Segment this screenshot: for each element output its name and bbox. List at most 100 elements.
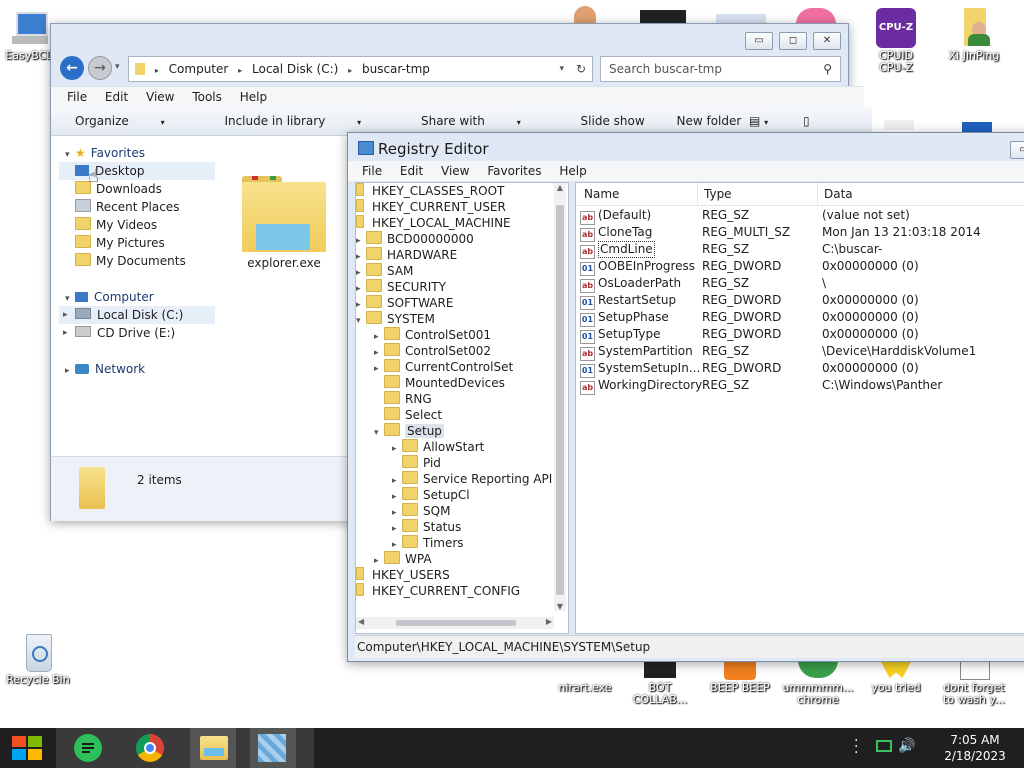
- tree-item-wpa[interactable]: ▸ WPA: [374, 551, 432, 567]
- menu-edit[interactable]: Edit: [400, 164, 423, 178]
- menu-view[interactable]: View: [441, 164, 469, 178]
- column-header-name[interactable]: Name: [584, 183, 619, 205]
- registry-value-row[interactable]: ab CmdLine REG_SZ C:\buscar-: [580, 241, 1024, 259]
- tree-item-currentcontrolset[interactable]: ▸ CurrentControlSet: [374, 359, 513, 375]
- tree-item-hklm[interactable]: HKEY_LOCAL_MACHINE: [356, 215, 511, 231]
- tree-item-select[interactable]: Select: [374, 407, 442, 423]
- menu-help[interactable]: Help: [240, 90, 267, 104]
- organize-button[interactable]: Organize ▾: [75, 114, 193, 128]
- scroll-up-icon[interactable]: ▲: [554, 183, 566, 195]
- desktop-icon-cpuz[interactable]: CPU-Z CPUID CPU-Z: [858, 8, 934, 74]
- scroll-right-icon[interactable]: ▶: [546, 617, 552, 626]
- minimize-button[interactable]: ▭: [745, 32, 773, 50]
- address-dropdown-icon[interactable]: ▾: [559, 57, 564, 81]
- volume-icon[interactable]: 🔊: [898, 738, 915, 754]
- column-header-data[interactable]: Data: [824, 183, 853, 205]
- network-icon[interactable]: [876, 740, 892, 752]
- tree-item-pid[interactable]: Pid: [392, 455, 441, 471]
- recent-pages-dropdown[interactable]: ▾: [115, 62, 120, 72]
- registry-value-row[interactable]: 01 OOBEInProgress REG_DWORD 0x00000000 (0): [580, 258, 1024, 276]
- scroll-down-icon[interactable]: ▼: [554, 602, 566, 611]
- nav-computer[interactable]: ▾ Computer: [65, 288, 154, 306]
- breadcrumb-buscar-tmp[interactable]: buscar-tmp: [362, 62, 430, 76]
- breadcrumb-local-disk[interactable]: Local Disk (C:): [252, 62, 338, 76]
- tree-item-system[interactable]: ▾ SYSTEM: [356, 311, 435, 327]
- tree-item-status[interactable]: ▸ Status: [392, 519, 461, 535]
- nav-item-my-pictures[interactable]: My Pictures: [75, 234, 165, 252]
- forward-button[interactable]: →: [88, 56, 112, 80]
- tree-item-sam[interactable]: ▸ SAM: [356, 263, 413, 279]
- desktop-icon-bot-collab[interactable]: BOT COLLAB...: [622, 660, 698, 706]
- nav-item-recent-places[interactable]: Recent Places: [75, 198, 179, 216]
- search-box[interactable]: Search buscar-tmp ⚲: [600, 56, 841, 82]
- desktop-icon-xi-jinping[interactable]: Xi JinPing: [936, 8, 1012, 62]
- tree-horizontal-scrollbar[interactable]: ◀ ▶: [356, 617, 554, 629]
- taskbar-app-file-explorer[interactable]: [190, 728, 236, 768]
- slide-show-button[interactable]: Slide show: [581, 114, 645, 128]
- tree-item-hkcr[interactable]: HKEY_CLASSES_ROOT: [356, 183, 504, 199]
- back-button[interactable]: ←: [60, 56, 84, 80]
- desktop-icon-you-tried[interactable]: you tried: [858, 660, 934, 694]
- menu-file[interactable]: File: [67, 90, 87, 104]
- registry-value-row[interactable]: 01 SetupPhase REG_DWORD 0x00000000 (0): [580, 309, 1024, 327]
- tree-item-hkcu[interactable]: HKEY_CURRENT_USER: [356, 199, 506, 215]
- maximize-button[interactable]: ◻: [779, 32, 807, 50]
- taskbar-app-notes[interactable]: [72, 734, 104, 762]
- tree-item-service-reporting-api[interactable]: ▸ Service Reporting API: [392, 471, 552, 487]
- nav-item-desktop[interactable]: Desktop: [59, 162, 215, 180]
- start-button[interactable]: [0, 728, 56, 768]
- menu-view[interactable]: View: [146, 90, 174, 104]
- tree-item-allowstart[interactable]: ▸ AllowStart: [392, 439, 484, 455]
- tree-item-setup[interactable]: ▾ Setup: [374, 423, 444, 439]
- preview-pane-icon[interactable]: ▯: [803, 107, 810, 135]
- menu-favorites[interactable]: Favorites: [487, 164, 541, 178]
- address-bar[interactable]: ▸ Computer ▸ Local Disk (C:) ▸ buscar-tm…: [128, 56, 593, 82]
- share-with-button[interactable]: Share with ▾: [421, 114, 549, 128]
- taskbar-app-chrome[interactable]: [134, 734, 166, 762]
- nav-item-my-videos[interactable]: My Videos: [75, 216, 157, 234]
- desktop-icon-recycle-bin[interactable]: Recycle Bin: [0, 632, 76, 686]
- scroll-left-icon[interactable]: ◀: [358, 617, 364, 626]
- nav-favorites[interactable]: ▾ ★ Favorites: [65, 144, 145, 162]
- registry-value-row[interactable]: 01 SetupType REG_DWORD 0x00000000 (0): [580, 326, 1024, 344]
- search-icon[interactable]: ⚲: [823, 57, 832, 81]
- registry-value-row[interactable]: ab OsLoaderPath REG_SZ \: [580, 275, 1024, 293]
- tree-item-hkcc[interactable]: HKEY_CURRENT_CONFIG: [356, 583, 520, 599]
- scroll-thumb[interactable]: [556, 205, 564, 595]
- registry-value-row[interactable]: ab SystemPartition REG_SZ \Device\HarddiskV…: [580, 343, 1024, 361]
- menu-tools[interactable]: Tools: [192, 90, 222, 104]
- include-in-library-button[interactable]: Include in library ▾: [224, 114, 389, 128]
- new-folder-button[interactable]: New folder: [677, 114, 742, 128]
- tree-item-rng[interactable]: RNG: [374, 391, 432, 407]
- clock[interactable]: 7:05 AM 2/18/2023: [932, 732, 1018, 764]
- tree-item-controlset002[interactable]: ▸ ControlSet002: [374, 343, 491, 359]
- registry-value-row[interactable]: ab (Default) REG_SZ (value not set): [580, 207, 1024, 225]
- column-header-type[interactable]: Type: [704, 183, 732, 205]
- tree-vertical-scrollbar[interactable]: ▲ ▼: [554, 183, 566, 611]
- menu-file[interactable]: File: [362, 164, 382, 178]
- desktop-icon-chrome[interactable]: ummmmm... chrome: [780, 660, 856, 706]
- nav-item-cd-drive[interactable]: ▸ CD Drive (E:): [59, 324, 175, 342]
- close-button[interactable]: ✕: [813, 32, 841, 50]
- registry-value-row[interactable]: ab CloneTag REG_MULTI_SZ Mon Jan 13 21:03:1…: [580, 224, 1024, 242]
- tree-item-timers[interactable]: ▸ Timers: [392, 535, 464, 551]
- breadcrumb-computer[interactable]: Computer: [169, 62, 229, 76]
- menu-edit[interactable]: Edit: [105, 90, 128, 104]
- tree-item-setupcl[interactable]: ▸ SetupCl: [392, 487, 470, 503]
- menu-help[interactable]: Help: [559, 164, 586, 178]
- file-item-explorer-exe[interactable]: explorer.exe: [239, 172, 329, 270]
- registry-value-row[interactable]: ab WorkingDirectory REG_SZ C:\Windows\Panth…: [580, 377, 1024, 395]
- tree-item-bcd[interactable]: ▸ BCD00000000: [356, 231, 474, 247]
- taskbar-app-registry-editor[interactable]: [250, 728, 296, 768]
- registry-value-row[interactable]: 01 SystemSetupIn... REG_DWORD 0x00000000 (0…: [580, 360, 1024, 378]
- nav-item-local-disk[interactable]: ▸ Local Disk (C:): [59, 306, 215, 324]
- minimize-button[interactable]: ▭: [1010, 141, 1024, 159]
- tree-item-software[interactable]: ▸ SOFTWARE: [356, 295, 453, 311]
- scroll-thumb[interactable]: [396, 620, 516, 626]
- nav-network[interactable]: ▸ Network: [65, 360, 145, 378]
- tree-item-sqm[interactable]: ▸ SQM: [392, 503, 450, 519]
- tree-item-security[interactable]: ▸ SECURITY: [356, 279, 446, 295]
- tree-item-hku[interactable]: HKEY_USERS: [356, 567, 450, 583]
- desktop-icon-beep-beep[interactable]: BEEP BEEP: [702, 660, 778, 694]
- tree-item-controlset001[interactable]: ▸ ControlSet001: [374, 327, 491, 343]
